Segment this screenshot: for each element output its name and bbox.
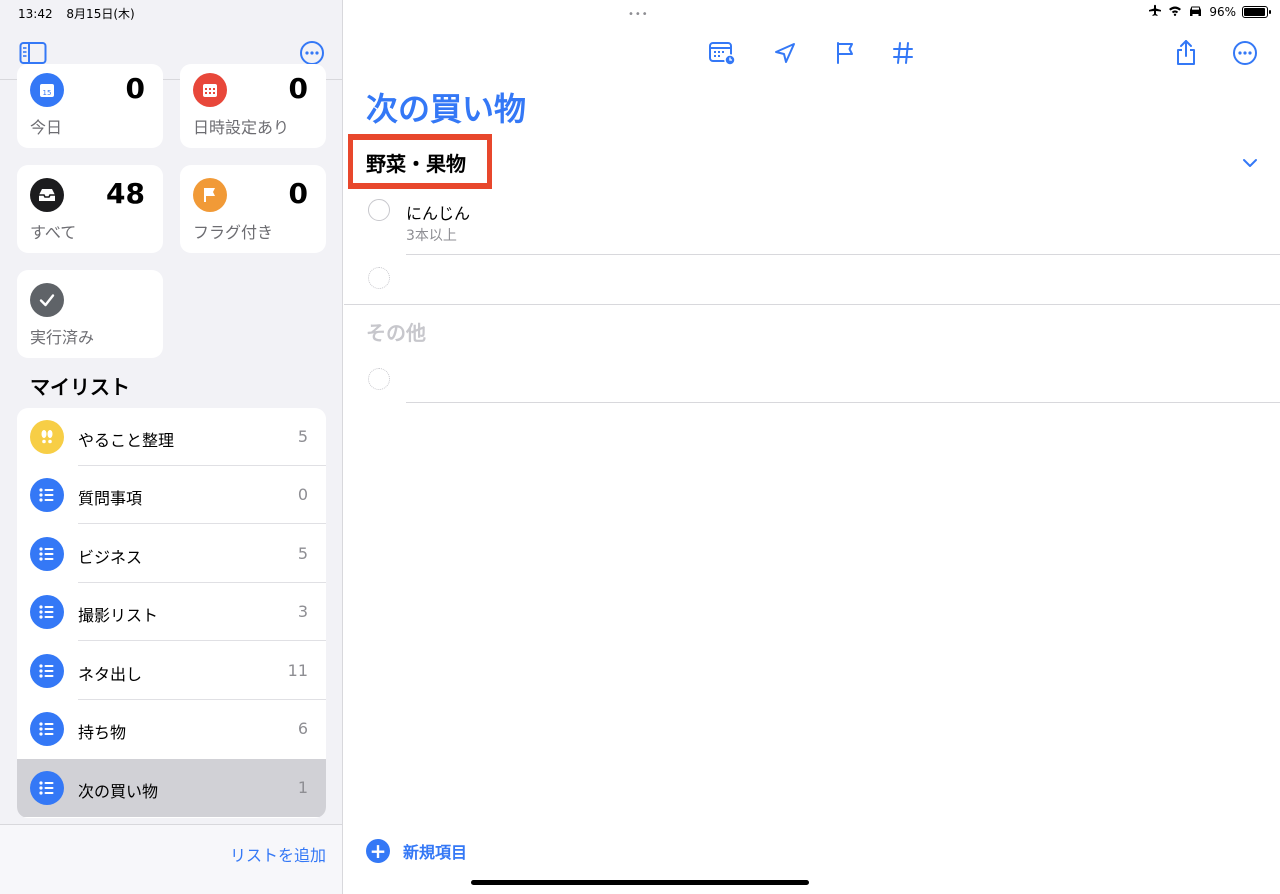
new-reminder-circle[interactable] <box>368 267 390 289</box>
home-indicator[interactable] <box>471 880 809 885</box>
scheduled-count: 0 <box>288 72 308 105</box>
battery-icon <box>1242 5 1271 18</box>
list-separator <box>78 640 326 641</box>
list-item-label: ビジネス <box>78 548 143 567</box>
calendar-today-icon: 15 <box>30 73 64 107</box>
flagged-count: 0 <box>288 177 308 210</box>
svg-text:15: 15 <box>43 89 52 97</box>
footprints-icon <box>30 420 64 454</box>
list-item-tsugi-no-kaimono[interactable]: 次の買い物 1 <box>17 759 326 817</box>
list-item-label: やること整理 <box>78 431 175 450</box>
sidebar-footer: リストを追加 <box>0 824 342 894</box>
date-time-icon[interactable] <box>707 38 737 68</box>
car-icon <box>1188 5 1203 19</box>
chevron-down-icon[interactable] <box>1242 154 1258 167</box>
list-item-mochimono[interactable]: 持ち物 6 <box>17 700 326 758</box>
list-item-label: 持ち物 <box>78 723 127 742</box>
list-item-count: 11 <box>287 661 308 680</box>
smart-list-flagged[interactable]: 0 フラグ付き <box>180 165 326 253</box>
more-options-icon[interactable] <box>1230 38 1260 68</box>
my-lists-heading: マイリスト <box>30 375 130 399</box>
today-count: 0 <box>125 72 145 105</box>
plus-circle-icon: + <box>366 839 390 863</box>
status-right: 96% <box>1148 4 1271 19</box>
list-item-label: 次の買い物 <box>78 782 159 801</box>
list-bullet-icon <box>30 771 64 805</box>
list-bullet-icon <box>30 654 64 688</box>
smart-list-completed[interactable]: 実行済み <box>17 270 163 358</box>
section-title-vegetables[interactable]: 野菜・果物 <box>366 148 466 177</box>
list-separator <box>78 523 326 524</box>
list-item-shitsumon[interactable]: 質問事項 0 <box>17 466 326 524</box>
tag-hash-icon[interactable] <box>888 38 918 68</box>
add-list-button[interactable]: リストを追加 <box>230 842 326 866</box>
airplane-icon <box>1148 4 1162 19</box>
list-item-count: 0 <box>297 485 308 504</box>
battery-percent: 96% <box>1209 4 1236 19</box>
status-date: 8月15日(木) <box>66 7 135 21</box>
row-divider <box>406 254 1280 255</box>
multitasking-handle[interactable]: ••• <box>628 9 649 20</box>
list-item-label: ネタ出し <box>78 665 143 684</box>
list-item-count: 5 <box>297 544 308 563</box>
row-divider <box>406 402 1280 403</box>
list-item-satsuei[interactable]: 撮影リスト 3 <box>17 583 326 641</box>
completed-label: 実行済み <box>30 328 95 347</box>
flag-icon <box>193 178 227 212</box>
section-divider <box>344 304 1280 305</box>
today-label: 今日 <box>30 118 63 137</box>
complete-circle-button[interactable] <box>368 199 390 221</box>
new-item-label: 新規項目 <box>403 843 468 862</box>
calendar-icon <box>193 73 227 107</box>
status-time-date: 13:42 8月15日(木) <box>18 5 135 22</box>
status-time: 13:42 <box>18 7 53 21</box>
flag-toggle-icon[interactable] <box>830 38 860 68</box>
list-item-label: 撮影リスト <box>78 606 159 625</box>
section-title-other[interactable]: その他 <box>366 317 426 346</box>
smart-list-scheduled[interactable]: 0 日時設定あり <box>180 64 326 148</box>
new-reminder-circle[interactable] <box>368 368 390 390</box>
list-title: 次の買い物 <box>366 90 527 128</box>
smart-list-today[interactable]: 15 0 今日 <box>17 64 163 148</box>
list-bullet-icon <box>30 712 64 746</box>
list-item-business[interactable]: ビジネス 5 <box>17 525 326 583</box>
sidebar: 13:42 8月15日(木) 15 0 今日 0 日時設定あり 48 すべて 0… <box>0 0 343 894</box>
list-item-netadashi[interactable]: ネタ出し 11 <box>17 642 326 700</box>
flagged-label: フラグ付き <box>193 223 274 242</box>
checkmark-icon <box>30 283 64 317</box>
sidebar-toggle-icon[interactable] <box>19 40 47 66</box>
list-item-count: 6 <box>297 719 308 738</box>
list-item-count: 5 <box>297 427 308 446</box>
location-icon[interactable] <box>770 38 800 68</box>
list-item-count: 3 <box>297 602 308 621</box>
new-item-button[interactable]: + 新規項目 <box>366 839 467 863</box>
reminder-note[interactable]: 3本以上 <box>406 225 457 245</box>
sidebar-more-icon[interactable] <box>298 40 326 66</box>
my-lists-group: やること整理 5 質問事項 0 ビジネス 5 撮影リスト 3 ネタ出し 11 持… <box>17 408 326 818</box>
scheduled-label: 日時設定あり <box>193 118 290 137</box>
tray-icon <box>30 178 64 212</box>
list-bullet-icon <box>30 537 64 571</box>
list-bullet-icon <box>30 595 64 629</box>
main-pane: ••• 96% 次の買い物 野菜・果物 にんじん 3本以上 その他 + 新規項目 <box>344 0 1280 894</box>
wifi-icon <box>1168 5 1182 19</box>
list-item-label: 質問事項 <box>78 489 143 508</box>
list-item-yarukoto[interactable]: やること整理 5 <box>17 408 326 466</box>
smart-list-all[interactable]: 48 すべて <box>17 165 163 253</box>
list-item-count: 1 <box>297 778 308 797</box>
reminder-title[interactable]: にんじん <box>406 200 470 224</box>
share-icon[interactable] <box>1171 38 1201 68</box>
list-bullet-icon <box>30 478 64 512</box>
all-count: 48 <box>106 177 145 210</box>
all-label: すべて <box>30 223 77 242</box>
